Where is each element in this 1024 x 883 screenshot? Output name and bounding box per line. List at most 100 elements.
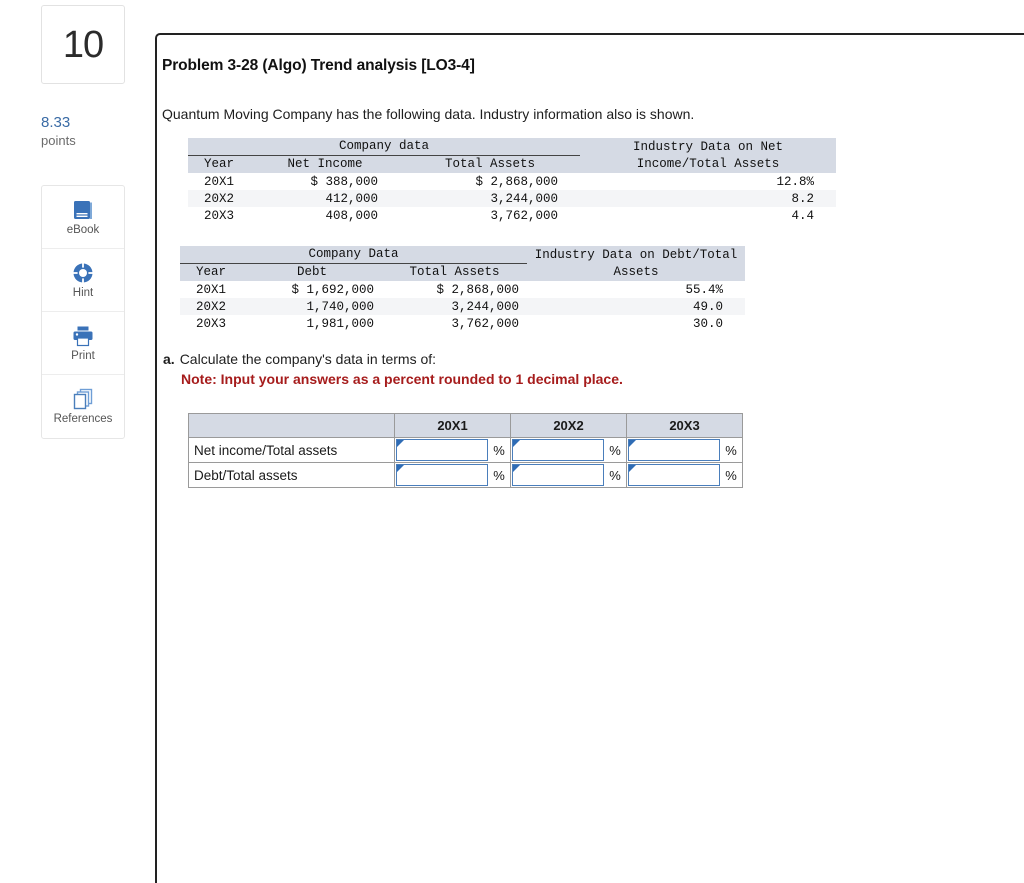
answer-input-net-income-20x3[interactable] [628, 439, 720, 461]
tool-stack: eBook Hint Print References [41, 185, 125, 439]
lifebuoy-icon [71, 261, 95, 285]
question-number: 10 [62, 23, 104, 66]
input-cell-debt-20x2[interactable]: % [510, 462, 627, 488]
cell-industry: 55.4% [527, 281, 746, 298]
table-row: 20X2 1,740,000 3,244,000 49.0 [180, 298, 746, 315]
percent-suffix: % [609, 467, 621, 483]
cell-total-assets: 3,244,000 [400, 190, 581, 207]
answer-header-row: 20X1 20X2 20X3 [188, 413, 743, 438]
answer-input-debt-20x2[interactable] [512, 464, 604, 486]
company-data-group-label: Company data [188, 138, 581, 156]
cell-year: 20X2 [180, 298, 242, 315]
percent-suffix: % [493, 442, 505, 458]
cell-total-assets: 3,244,000 [382, 298, 528, 315]
row-label-net-income-total-assets: Net income/Total assets [188, 437, 395, 463]
cell-year: 20X3 [188, 207, 250, 224]
cell-debt: $ 1,692,000 [242, 281, 382, 298]
table-row: 20X1 $ 1,692,000 $ 2,868,000 55.4% [180, 281, 746, 298]
cell-year: 20X1 [188, 173, 250, 190]
references-button[interactable]: References [42, 375, 124, 438]
row-label-debt-total-assets: Debt/Total assets [188, 462, 395, 488]
cell-total-assets: 3,762,000 [382, 315, 528, 332]
cell-net-income: 412,000 [250, 190, 400, 207]
table-row: Debt/Total assets % % % [188, 462, 743, 488]
printer-icon [71, 324, 95, 348]
industry-group-label-line1: Industry Data on Net [580, 138, 837, 155]
table-group-header-row: Company data Industry Data on Net [188, 138, 837, 156]
input-cell-net-income-20x3[interactable]: % [626, 437, 743, 463]
cell-total-assets: $ 2,868,000 [382, 281, 528, 298]
references-label: References [53, 413, 113, 426]
answer-blank-header [188, 413, 395, 438]
answer-header-20x1: 20X1 [394, 413, 511, 438]
cell-year: 20X3 [180, 315, 242, 332]
part-a-letter: a. [163, 351, 175, 367]
table-group-header-row: Company Data Industry Data on Debt/Total [180, 246, 746, 264]
answer-input-net-income-20x1[interactable] [396, 439, 488, 461]
answer-input-debt-20x1[interactable] [396, 464, 488, 486]
input-cell-net-income-20x1[interactable]: % [394, 437, 511, 463]
cell-debt: 1,981,000 [242, 315, 382, 332]
points-block: 8.33 points [41, 114, 131, 149]
print-button[interactable]: Print [42, 312, 124, 375]
cell-net-income: 408,000 [250, 207, 400, 224]
points-label: points [41, 132, 76, 148]
input-cell-net-income-20x2[interactable]: % [510, 437, 627, 463]
part-a-block: a. Calculate the company's data in terms… [163, 351, 1024, 387]
question-panel: Problem 3-28 (Algo) Trend analysis [LO3-… [155, 33, 1024, 883]
input-cell-debt-20x1[interactable]: % [394, 462, 511, 488]
percent-suffix: % [609, 442, 621, 458]
answer-input-debt-20x3[interactable] [628, 464, 720, 486]
hint-label: Hint [72, 286, 94, 299]
answer-input-net-income-20x2[interactable] [512, 439, 604, 461]
part-a-text: Calculate the company's data in terms of… [179, 351, 437, 367]
input-cell-debt-20x3[interactable]: % [626, 462, 743, 488]
ebook-button[interactable]: eBook [42, 186, 124, 249]
cell-total-assets: $ 2,868,000 [400, 173, 581, 190]
answer-header-20x3: 20X3 [626, 413, 743, 438]
cell-year: 20X1 [180, 281, 242, 298]
percent-suffix: % [725, 467, 737, 483]
cell-total-assets: 3,762,000 [400, 207, 581, 224]
percent-suffix: % [493, 467, 505, 483]
cell-industry: 12.8% [580, 173, 837, 190]
column-header-year: Year [188, 155, 250, 173]
print-label: Print [71, 349, 95, 362]
column-header-total-assets: Total Assets [400, 155, 581, 173]
ebook-icon [71, 198, 95, 222]
company-data-group-label: Company Data [180, 246, 528, 264]
question-number-card: 10 [41, 5, 125, 84]
column-header-year: Year [180, 263, 242, 281]
copy-pages-icon [71, 387, 95, 411]
hint-button[interactable]: Hint [42, 249, 124, 312]
table-row: 20X3 1,981,000 3,762,000 30.0 [180, 315, 746, 332]
column-header-debt: Debt [242, 263, 382, 281]
cell-year: 20X2 [188, 190, 250, 207]
table-column-header-row: Year Debt Total Assets Assets [180, 263, 746, 281]
percent-suffix: % [725, 442, 737, 458]
industry-group-label-line1: Industry Data on Debt/Total [527, 246, 746, 263]
cell-net-income: $ 388,000 [250, 173, 400, 190]
industry-group-label-line2: Assets [527, 263, 746, 281]
answer-header-20x2: 20X2 [510, 413, 627, 438]
ebook-label: eBook [66, 223, 100, 236]
cell-industry: 49.0 [527, 298, 746, 315]
industry-group-label-line2: Income/Total Assets [580, 155, 837, 173]
debt-data-table: Company Data Industry Data on Debt/Total… [180, 246, 746, 332]
cell-industry: 30.0 [527, 315, 746, 332]
cell-debt: 1,740,000 [242, 298, 382, 315]
part-a-question: a. Calculate the company's data in terms… [163, 351, 1024, 367]
column-header-total-assets: Total Assets [382, 263, 528, 281]
table-row: Net income/Total assets % % % [188, 437, 743, 463]
points-value: 8.33 [41, 114, 71, 131]
table-row: 20X3 408,000 3,762,000 4.4 [188, 207, 837, 224]
net-income-data-table: Company data Industry Data on Net Year N… [188, 138, 837, 224]
problem-intro: Quantum Moving Company has the following… [162, 106, 695, 122]
question-sidebar: 10 8.33 points eBook Hint Print Referenc… [0, 0, 155, 883]
table-column-header-row: Year Net Income Total Assets Income/Tota… [188, 155, 837, 173]
table-row: 20X1 $ 388,000 $ 2,868,000 12.8% [188, 173, 837, 190]
page-title: Problem 3-28 (Algo) Trend analysis [LO3-… [162, 57, 475, 74]
column-header-net-income: Net Income [250, 155, 400, 173]
answer-table-part-a: 20X1 20X2 20X3 Net income/Total assets % [188, 413, 743, 488]
cell-industry: 4.4 [580, 207, 837, 224]
